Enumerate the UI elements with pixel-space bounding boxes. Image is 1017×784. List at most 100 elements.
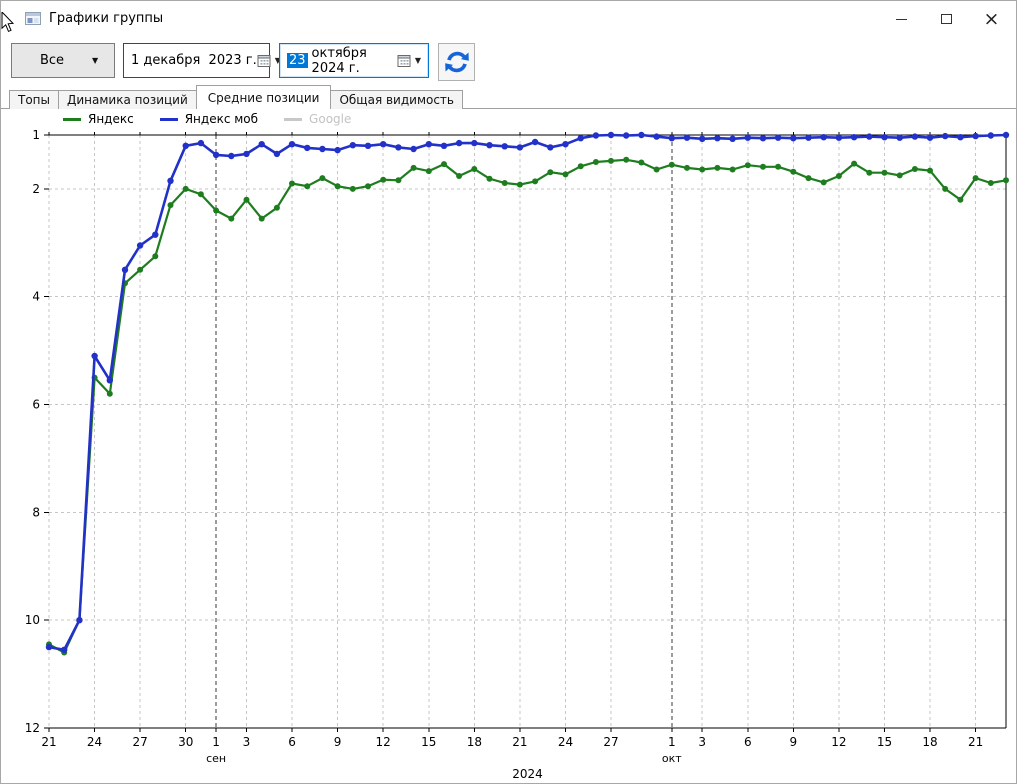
- tab-overall-visibility[interactable]: Общая видимость: [330, 90, 463, 109]
- data-point: [654, 167, 660, 173]
- legend-item[interactable]: Google: [284, 112, 351, 126]
- data-point: [411, 165, 417, 171]
- data-point: [578, 163, 584, 169]
- data-point: [228, 216, 234, 222]
- legend-label: Яндекс моб: [185, 112, 258, 126]
- data-point: [714, 165, 720, 171]
- group-filter-select[interactable]: Все ▼: [11, 43, 115, 78]
- svg-text:9: 9: [334, 735, 342, 749]
- positions-chart: 212427301сен3691215182124271окт369121518…: [1, 108, 1017, 784]
- data-point: [289, 181, 295, 187]
- legend-label: Google: [309, 112, 351, 126]
- legend-swatch: [160, 118, 178, 121]
- data-point: [988, 132, 994, 138]
- data-point: [608, 158, 614, 164]
- svg-text:24: 24: [87, 735, 102, 749]
- data-point: [1003, 177, 1009, 183]
- data-point: [532, 178, 538, 184]
- svg-text:18: 18: [467, 735, 482, 749]
- chevron-down-icon[interactable]: ▼: [415, 56, 421, 65]
- data-point: [289, 141, 295, 147]
- data-point: [168, 202, 174, 208]
- data-point: [821, 134, 827, 140]
- series-yandex-mobile: [46, 132, 1009, 653]
- data-point: [775, 135, 781, 141]
- legend-item[interactable]: Яндекс: [63, 112, 134, 126]
- tab-tops[interactable]: Топы: [9, 90, 59, 109]
- svg-text:1: 1: [212, 735, 220, 749]
- window-title: Графики группы: [49, 11, 163, 26]
- data-point: [380, 141, 386, 147]
- data-point: [426, 168, 432, 174]
- data-point: [532, 139, 538, 145]
- svg-text:15: 15: [421, 735, 436, 749]
- data-point: [775, 164, 781, 170]
- date-from-picker[interactable]: 1 декабря 2023 г. ▼: [123, 43, 270, 78]
- legend-label: Яндекс: [88, 112, 134, 126]
- data-point: [699, 136, 705, 142]
- data-point: [563, 171, 569, 177]
- data-point: [319, 175, 325, 181]
- mouse-cursor: [1, 12, 15, 34]
- data-point: [456, 140, 462, 146]
- data-point: [547, 169, 553, 175]
- data-point: [198, 140, 204, 146]
- data-point: [897, 135, 903, 141]
- data-point: [578, 135, 584, 141]
- data-point: [91, 353, 97, 359]
- data-point: [942, 186, 948, 192]
- calendar-icon[interactable]: [397, 54, 412, 68]
- data-point: [912, 166, 918, 172]
- maximize-button[interactable]: [924, 1, 969, 37]
- svg-text:2: 2: [32, 182, 40, 196]
- data-point: [593, 159, 599, 165]
- data-point: [927, 135, 933, 141]
- minimize-button[interactable]: [879, 1, 924, 37]
- data-point: [304, 183, 310, 189]
- data-point: [350, 186, 356, 192]
- data-point: [471, 140, 477, 146]
- data-point: [350, 142, 356, 148]
- legend-item[interactable]: Яндекс моб: [160, 112, 258, 126]
- data-point: [760, 135, 766, 141]
- legend-swatch: [63, 118, 81, 121]
- svg-text:1: 1: [32, 128, 40, 142]
- data-point: [107, 391, 113, 397]
- app-icon: [25, 11, 41, 30]
- data-point: [61, 647, 67, 653]
- data-point: [486, 142, 492, 148]
- data-point: [927, 168, 933, 174]
- svg-text:4: 4: [32, 290, 40, 304]
- data-point: [623, 157, 629, 163]
- date-to-picker[interactable]: 23 октября 2024 г. ▼: [279, 43, 429, 78]
- svg-text:27: 27: [133, 735, 148, 749]
- date-to-selected-day[interactable]: 23: [287, 53, 308, 68]
- data-point: [881, 134, 887, 140]
- legend-swatch: [284, 118, 302, 121]
- svg-text:18: 18: [922, 735, 937, 749]
- data-point: [122, 267, 128, 273]
- data-point: [426, 141, 432, 147]
- close-button[interactable]: ×: [969, 1, 1014, 37]
- calendar-icon[interactable]: [257, 54, 272, 68]
- tabstrip: Топы Динамика позиций Средние позиции Об…: [9, 85, 462, 109]
- close-icon: ×: [984, 10, 1000, 29]
- svg-text:1: 1: [668, 735, 676, 749]
- data-point: [730, 167, 736, 173]
- data-point: [365, 143, 371, 149]
- svg-text:2024: 2024: [512, 767, 543, 781]
- data-point: [502, 180, 508, 186]
- refresh-button[interactable]: [438, 43, 475, 81]
- svg-text:6: 6: [744, 735, 752, 749]
- tab-average-positions[interactable]: Средние позиции: [196, 85, 332, 109]
- data-point: [274, 205, 280, 211]
- data-point: [46, 644, 52, 650]
- group-filter-value: Все: [12, 53, 92, 68]
- tab-position-dynamics[interactable]: Динамика позиций: [58, 90, 197, 109]
- data-point: [912, 133, 918, 139]
- data-point: [684, 135, 690, 141]
- svg-text:6: 6: [288, 735, 296, 749]
- data-point: [243, 151, 249, 157]
- data-point: [608, 132, 614, 138]
- svg-text:окт: окт: [662, 752, 682, 765]
